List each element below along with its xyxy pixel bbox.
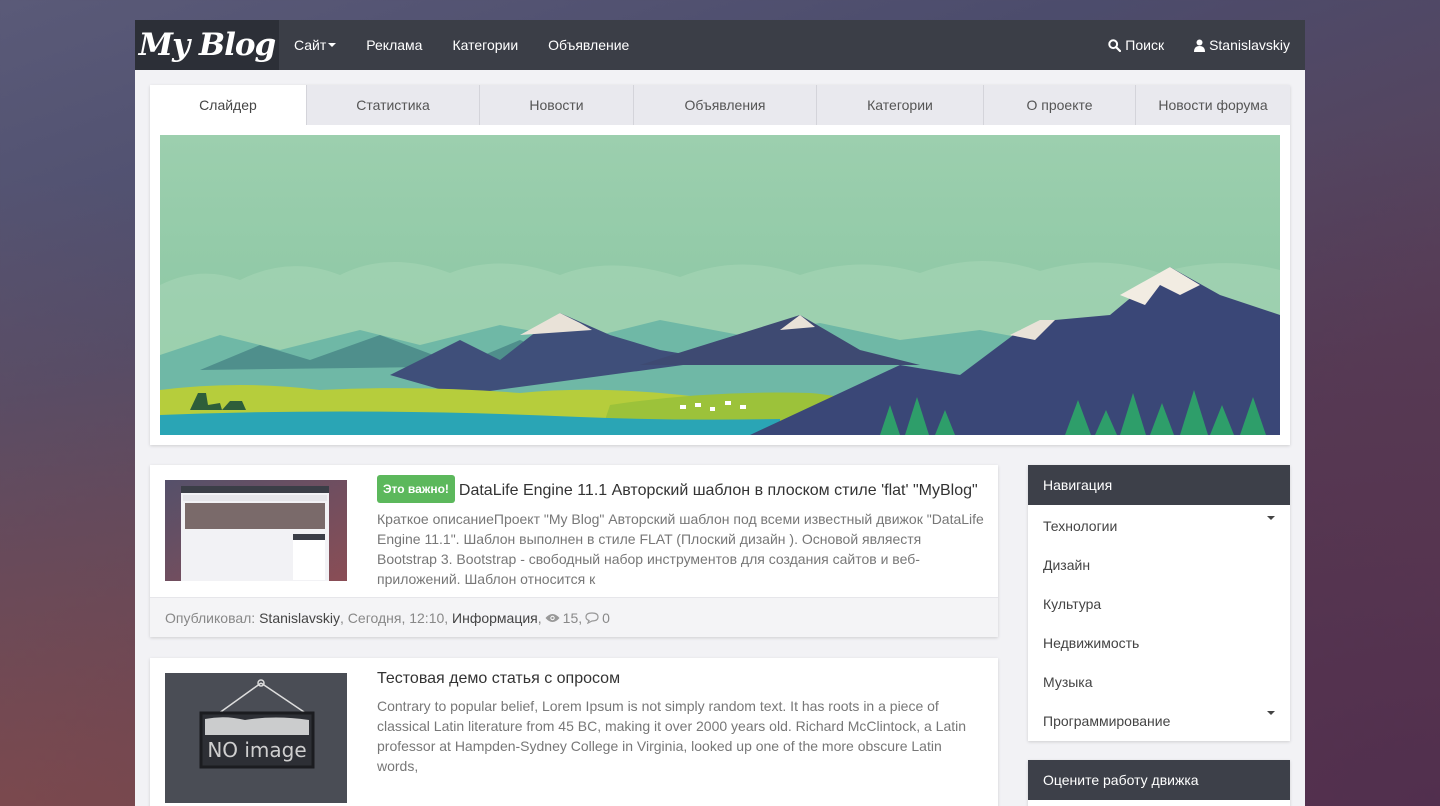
- published-label: Опубликовал:: [165, 609, 256, 626]
- site-logo[interactable]: My Blog: [135, 20, 279, 70]
- article-title[interactable]: Тестовая демо статья с опросом: [377, 668, 985, 690]
- nav-item-ads[interactable]: Реклама: [366, 37, 422, 53]
- tab-bar: Слайдер Статистика Новости Объявления Ка…: [150, 85, 1290, 125]
- nav-item-announcement[interactable]: Объявление: [548, 37, 629, 53]
- sidebar-nav-title: Навигация: [1028, 465, 1290, 505]
- no-image-placeholder: NO image: [165, 673, 347, 803]
- article-thumbnail[interactable]: [165, 480, 347, 581]
- user-icon: [1194, 39, 1206, 52]
- caret-down-icon[interactable]: [1267, 516, 1275, 520]
- tab-news[interactable]: Новости: [480, 85, 634, 125]
- nav-item-site[interactable]: Сайт: [294, 37, 337, 53]
- sidebar-item-music[interactable]: Музыка: [1028, 662, 1290, 701]
- thumbnail-caption: NO image: [207, 738, 306, 762]
- tab-slider[interactable]: Слайдер: [150, 85, 307, 125]
- article-body: Это важно! DataLife Engine 11.1 Авторский…: [377, 475, 985, 589]
- slider-panel: Слайдер Статистика Новости Объявления Ка…: [150, 85, 1290, 445]
- main-nav: Сайт Реклама Категории Объявление: [294, 37, 659, 53]
- important-badge: Это важно!: [377, 475, 455, 503]
- article-body: Тестовая демо статья с опросом Contrary …: [377, 668, 985, 776]
- user-label: Stanislavskiy: [1209, 37, 1290, 53]
- eye-icon: [545, 613, 560, 622]
- tab-categories[interactable]: Категории: [817, 85, 984, 125]
- sidebar-item-label: Программирование: [1043, 712, 1171, 729]
- sidebar-rate-title: Оцените работу движка: [1028, 760, 1290, 800]
- category-link[interactable]: Информация: [452, 610, 538, 626]
- sidebar-item-real-estate[interactable]: Недвижимость: [1028, 623, 1290, 662]
- publish-date: Сегодня, 12:10: [347, 609, 445, 626]
- sidebar-item-label: Музыка: [1043, 673, 1093, 690]
- comment-icon: [585, 611, 599, 624]
- sidebar-item-label: Недвижимость: [1043, 634, 1140, 651]
- article-card: NO image Тестовая демо статья с опросом …: [150, 658, 998, 806]
- sidebar-item-label: Технологии: [1043, 517, 1118, 534]
- nav-item-label: Сайт: [294, 37, 327, 53]
- search-icon: [1108, 38, 1122, 52]
- article-card: Это важно! DataLife Engine 11.1 Авторский…: [150, 465, 998, 637]
- article-thumbnail[interactable]: NO image: [165, 673, 347, 803]
- comments-count: 0: [602, 609, 610, 626]
- tab-announcements[interactable]: Объявления: [634, 85, 817, 125]
- sidebar-rate-engine: Оцените работу движка: [1028, 760, 1290, 806]
- search-label: Поиск: [1125, 37, 1165, 53]
- sidebar-navigation: Навигация Технологии Дизайн Культура Нед…: [1028, 465, 1290, 741]
- user-menu[interactable]: Stanislavskiy: [1194, 37, 1290, 53]
- thumbnail-image: [165, 480, 347, 581]
- author-link[interactable]: Stanislavskiy: [259, 610, 340, 626]
- article-excerpt: Contrary to popular belief, Lorem Ipsum …: [377, 698, 967, 774]
- page-container: My Blog Сайт Реклама Категории Объявлени…: [135, 20, 1305, 806]
- tab-forum-news[interactable]: Новости форума: [1136, 85, 1290, 125]
- sidebar-item-design[interactable]: Дизайн: [1028, 545, 1290, 584]
- article-meta: Опубликовал: Stanislavskiy, Сегодня, 12:…: [150, 597, 998, 637]
- sidebar-item-programming[interactable]: Программирование: [1028, 701, 1290, 740]
- article-excerpt: Краткое описаниеПроект "My Blog" Авторск…: [377, 511, 984, 587]
- article-title-text[interactable]: DataLife Engine 11.1 Авторский шаблон в …: [459, 482, 978, 499]
- sidebar-item-label: Культура: [1043, 595, 1102, 612]
- top-navbar: My Blog Сайт Реклама Категории Объявлени…: [135, 20, 1305, 70]
- caret-down-icon: [328, 43, 337, 47]
- sidebar-nav-list: Технологии Дизайн Культура Недвижимость …: [1028, 505, 1290, 740]
- sidebar-item-label: Дизайн: [1043, 556, 1091, 573]
- article-title[interactable]: Это важно! DataLife Engine 11.1 Авторский…: [377, 475, 985, 503]
- nav-right: Поиск Stanislavskiy: [1078, 37, 1290, 53]
- views-count: 15: [562, 609, 579, 626]
- slider-banner-image[interactable]: [160, 135, 1280, 435]
- tab-statistics[interactable]: Статистика: [307, 85, 480, 125]
- search-link[interactable]: Поиск: [1108, 37, 1164, 53]
- caret-down-icon[interactable]: [1267, 711, 1275, 715]
- nav-item-categories[interactable]: Категории: [452, 37, 518, 53]
- mountain-landscape-illustration: [160, 135, 1280, 435]
- tab-about[interactable]: О проекте: [984, 85, 1136, 125]
- sidebar-item-culture[interactable]: Культура: [1028, 584, 1290, 623]
- sidebar-item-technology[interactable]: Технологии: [1028, 506, 1290, 545]
